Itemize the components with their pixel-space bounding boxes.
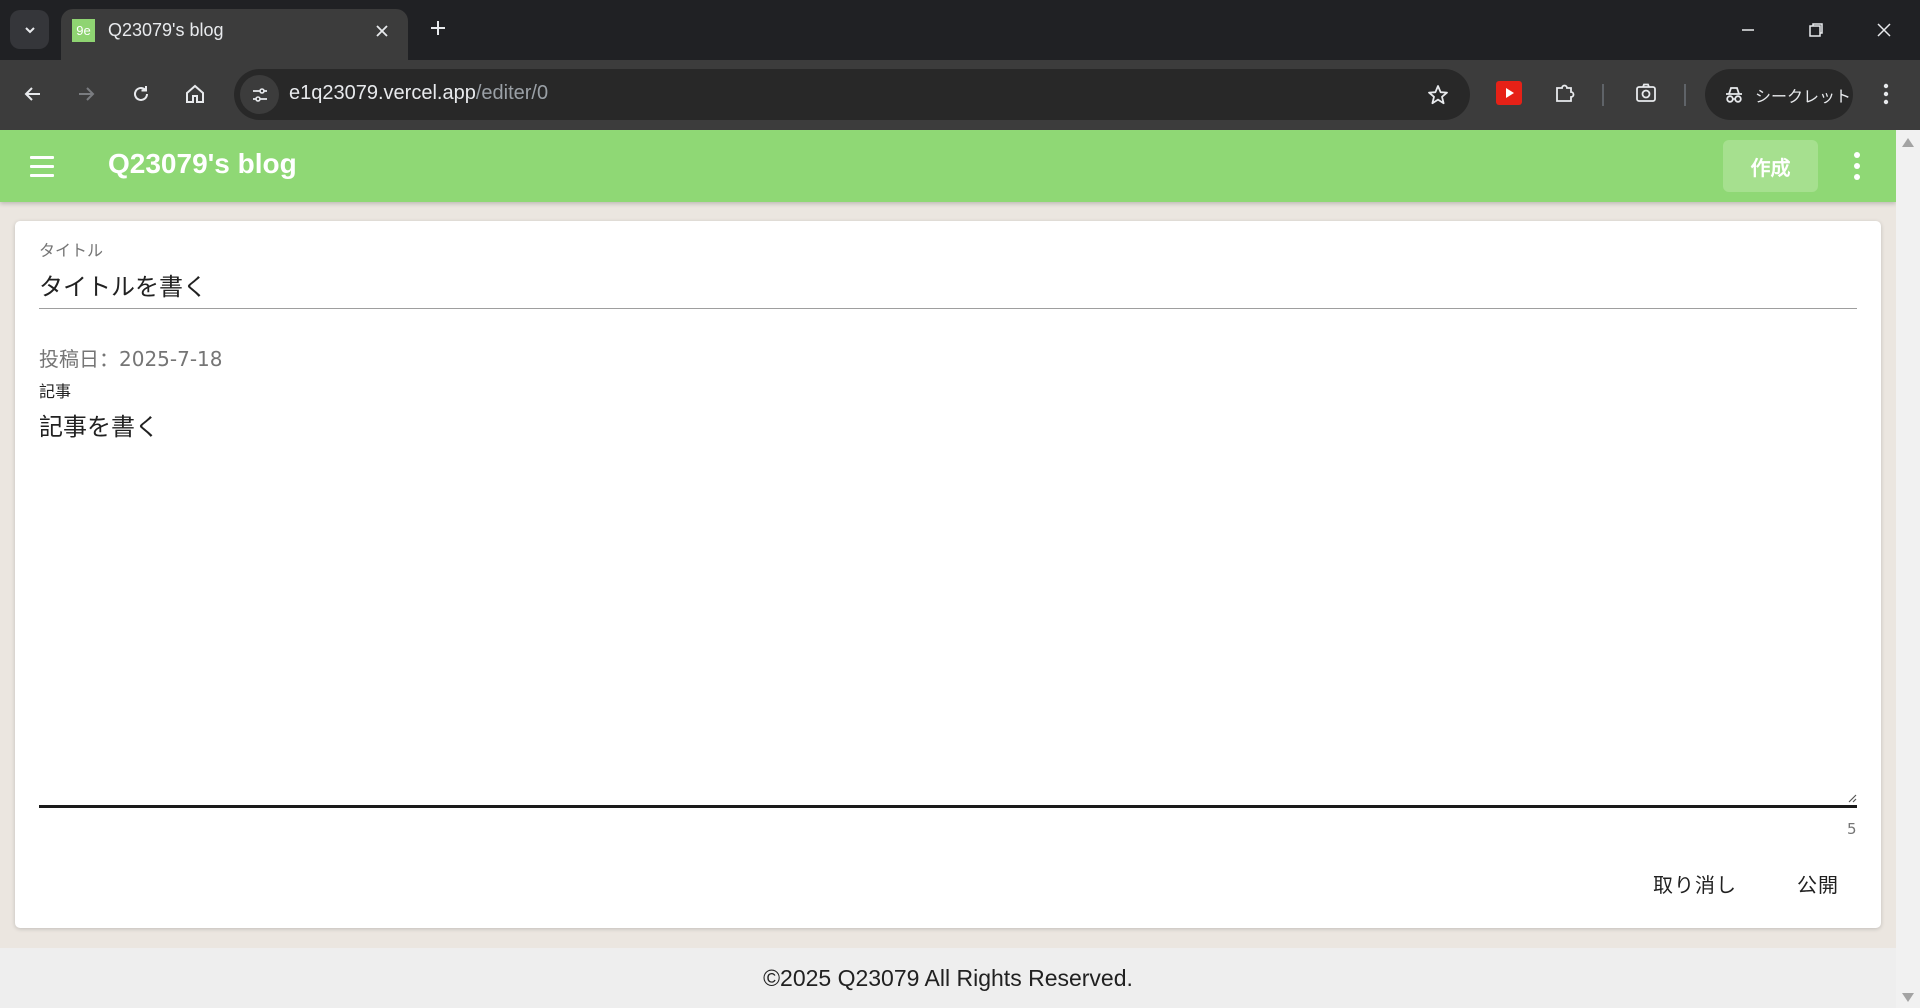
toolbar-divider [1602, 84, 1604, 106]
menu-icon-bar [30, 173, 54, 177]
page-viewport: Q23079's blog 作成 タイトル タイトルを書く 投稿日：2025-7… [0, 130, 1896, 1008]
body-textarea[interactable]: 記事を書く [39, 407, 159, 442]
reload-button[interactable] [121, 74, 161, 114]
title-underline [39, 308, 1857, 309]
editor-card: タイトル タイトルを書く 投稿日：2025-7-18 記事 記事を書く 5 取り… [15, 221, 1881, 928]
url-host: e1q23079.vercel.app [289, 82, 476, 104]
site-info-button[interactable] [240, 75, 279, 114]
body-field-label: 記事 [39, 382, 72, 401]
youtube-extension-button[interactable] [1493, 77, 1525, 109]
app-title: Q23079's blog [108, 148, 297, 179]
post-date: 投稿日：2025-7-18 [39, 347, 223, 371]
toolbar-divider [1684, 84, 1686, 106]
kebab-menu-icon [1883, 83, 1889, 105]
menu-icon-bar [30, 164, 54, 168]
title-input[interactable]: タイトルを書く [39, 267, 207, 302]
extensions-button[interactable] [1549, 77, 1581, 109]
forward-button[interactable] [66, 74, 106, 114]
address-bar[interactable]: e1q23079.vercel.app/editer/0 [234, 69, 1470, 120]
forward-arrow-icon [79, 87, 95, 101]
create-button[interactable]: 作成 [1723, 140, 1818, 192]
close-window-button[interactable] [1850, 0, 1918, 60]
app-bar: Q23079's blog 作成 [0, 130, 1896, 202]
more-dot [1854, 174, 1860, 180]
more-dot [1854, 152, 1860, 158]
youtube-icon [1496, 81, 1522, 105]
title-field-label: タイトル [39, 241, 104, 260]
new-tab-button[interactable] [424, 14, 452, 42]
screenshot-button[interactable] [1630, 77, 1662, 109]
reload-icon [134, 86, 148, 101]
page-scrollbar[interactable] [1896, 130, 1920, 1008]
home-button[interactable] [175, 74, 215, 114]
restore-button[interactable] [1782, 0, 1850, 60]
plus-icon [431, 21, 445, 35]
app-more-button[interactable] [1840, 146, 1874, 186]
restore-icon [1809, 23, 1823, 37]
incognito-label: シークレット [1755, 86, 1852, 106]
back-button[interactable] [13, 74, 53, 114]
page-footer: ©2025 Q23079 All Rights Reserved. [0, 948, 1896, 1008]
chevron-down-icon [24, 26, 35, 33]
incognito-indicator[interactable]: シークレット [1705, 69, 1853, 120]
browser-menu-button[interactable] [1868, 76, 1904, 112]
url-text: e1q23079.vercel.app/editer/0 [289, 82, 548, 105]
menu-icon-bar [30, 155, 54, 159]
tab-close-button[interactable] [369, 18, 395, 44]
star-icon [1428, 85, 1448, 105]
home-icon [186, 84, 204, 103]
more-dot [1854, 163, 1860, 169]
char-counter: 5 [1847, 820, 1857, 838]
incognito-icon [1726, 86, 1742, 103]
copyright-text: ©2025 Q23079 All Rights Reserved. [763, 964, 1133, 991]
cancel-button[interactable]: 取り消し [1640, 863, 1750, 903]
body-underline [39, 805, 1857, 808]
publish-button[interactable]: 公開 [1778, 863, 1858, 903]
close-icon [1877, 23, 1891, 37]
tune-icon [252, 87, 267, 102]
browser-tab[interactable]: 9e Q23079's blog [61, 9, 408, 60]
url-path: /editer/0 [475, 82, 549, 104]
camera-icon [1636, 83, 1656, 102]
resize-handle-icon[interactable] [1847, 793, 1857, 803]
close-icon [376, 25, 388, 37]
tab-search-button[interactable] [10, 10, 49, 49]
browser-tab-bar: 9e Q23079's blog [0, 0, 1920, 60]
minimize-button[interactable] [1714, 0, 1782, 60]
back-arrow-icon [24, 87, 40, 101]
minimize-icon [1742, 29, 1754, 31]
scroll-down-arrow[interactable] [1902, 993, 1914, 1002]
puzzle-icon [1556, 84, 1575, 102]
tab-favicon: 9e [72, 19, 95, 42]
bookmark-button[interactable] [1424, 81, 1452, 109]
scroll-up-arrow[interactable] [1902, 138, 1914, 147]
nav-menu-button[interactable] [22, 148, 62, 184]
browser-toolbar: e1q23079.vercel.app/editer/0 シークレット [0, 60, 1920, 130]
tab-title: Q23079's blog [108, 20, 224, 40]
